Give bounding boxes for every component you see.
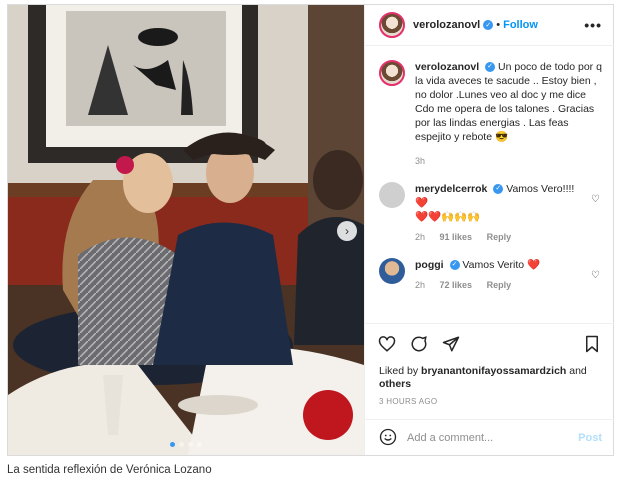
separator-dot: • <box>496 19 501 31</box>
comment-username[interactable]: merydelcerrok <box>415 183 487 195</box>
comment-meta: 2h 72 likes Reply <box>415 278 540 292</box>
comment-meta: 2h 91 likes Reply <box>415 230 590 244</box>
post-timestamp: 3 HOURS AGO <box>379 397 438 406</box>
comment-item: merydelcerrok ✓ Vamos Vero!!!! ❤️ ❤️❤️🙌🙌… <box>379 182 604 244</box>
liked-by-user[interactable]: bryanantonifayossamardzich <box>421 365 566 377</box>
caption-comment: verolozanovl ✓ Un poco de todo por q la … <box>379 60 604 168</box>
liked-by-prefix: Liked by <box>379 365 419 377</box>
verified-icon: ✓ <box>485 62 496 73</box>
comment-likes[interactable]: 72 likes <box>440 280 473 290</box>
carousel-dot <box>179 442 184 447</box>
reply-button[interactable]: Reply <box>487 232 512 242</box>
bookmark-icon[interactable] <box>582 334 602 354</box>
comment-time: 2h <box>415 232 426 242</box>
header-username[interactable]: verolozanovl <box>413 19 480 31</box>
post-photo[interactable]: › <box>8 5 364 455</box>
comments-list[interactable]: verolozanovl ✓ Un poco de todo por q la … <box>365 46 614 323</box>
share-icon[interactable] <box>441 334 461 354</box>
page-caption: La sentida reflexión de Verónica Lozano <box>7 464 212 476</box>
emoji-icon[interactable] <box>379 428 397 449</box>
carousel-dot-active <box>170 442 175 447</box>
reply-button[interactable]: Reply <box>487 280 512 290</box>
post-button[interactable]: Post <box>578 432 602 444</box>
avatar[interactable] <box>379 182 405 208</box>
comment-likes[interactable]: 91 likes <box>440 232 473 242</box>
caption-username[interactable]: verolozanovl <box>415 61 479 73</box>
liked-by: Liked by bryanantonifayossamardzich and … <box>379 365 604 391</box>
action-bar <box>365 323 614 364</box>
liked-by-and: and <box>569 365 587 377</box>
add-comment-input[interactable]: Add a comment... <box>407 432 493 444</box>
verified-icon: ✓ <box>449 260 460 271</box>
instagram-embed: › verolozanovl ✓ • Follow ••• verolozano… <box>7 4 614 456</box>
avatar[interactable] <box>379 12 405 38</box>
carousel-dot <box>197 442 202 447</box>
caption-time: 3h <box>415 156 426 166</box>
avatar[interactable] <box>379 258 405 284</box>
liked-by-others[interactable]: others <box>379 378 411 390</box>
chevron-right-icon[interactable]: › <box>337 221 357 241</box>
comment-text: Vamos Verito ❤️ <box>462 259 541 271</box>
comment-item: poggi ✓ Vamos Verito ❤️ 2h 72 likes Repl… <box>379 258 604 292</box>
comment-username[interactable]: poggi <box>415 259 444 271</box>
comment-icon[interactable] <box>409 334 429 354</box>
post-sidebar: verolozanovl ✓ • Follow ••• verolozanovl… <box>364 5 614 455</box>
heart-icon[interactable] <box>377 334 397 354</box>
verified-icon: ✓ <box>493 184 504 195</box>
comment-heart-icon[interactable]: ♡ <box>591 270 600 281</box>
comment-emojis: ❤️❤️🙌🙌🙌 <box>415 211 481 223</box>
verified-icon: ✓ <box>483 20 494 30</box>
carousel-dots <box>8 442 364 447</box>
follow-button[interactable]: Follow <box>503 19 538 31</box>
comment-time: 2h <box>415 280 426 290</box>
post-header: verolozanovl ✓ • Follow ••• <box>365 5 614 46</box>
carousel-dot <box>188 442 193 447</box>
photo-illustration <box>8 5 364 455</box>
comment-heart-icon[interactable]: ♡ <box>591 194 600 205</box>
avatar[interactable] <box>379 60 405 86</box>
caption-text: Un poco de todo por q la vida aveces te … <box>415 61 602 143</box>
add-comment-bar: Add a comment... Post <box>365 419 614 456</box>
more-options-icon[interactable]: ••• <box>584 17 602 33</box>
